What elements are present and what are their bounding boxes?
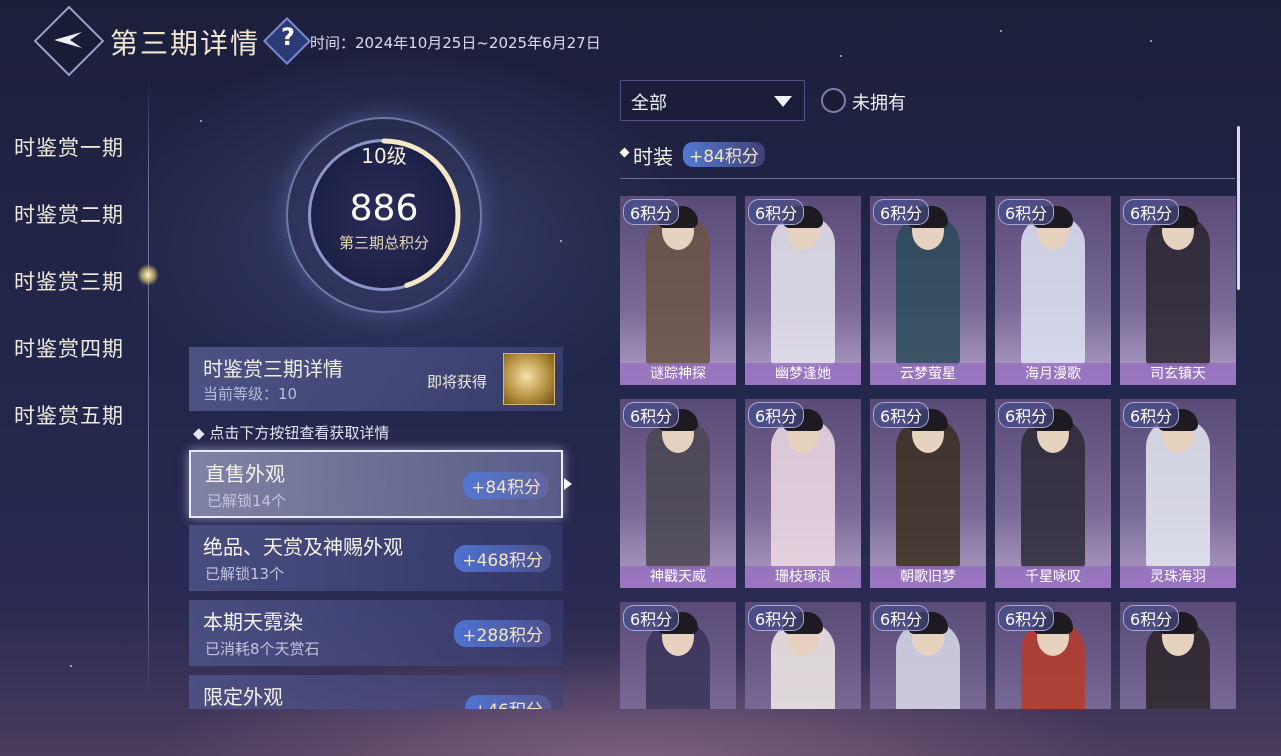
back-arrow-icon [54, 32, 82, 48]
total-score-label: 第三期总积分 [338, 234, 429, 252]
outfit-name: 珊枝琢浪 [745, 566, 861, 588]
unowned-label: 未拥有 [852, 93, 906, 114]
star-decoration [200, 120, 202, 122]
outfit-name: 千星咏叹 [995, 566, 1111, 588]
period-text: 时间：2024年10月25日~2025年6月27日 [310, 34, 601, 52]
outfit-card[interactable]: 6积分灵珠海羽 [1120, 399, 1236, 588]
outfit-name: 谜踪神探 [620, 363, 736, 385]
outfit-name: 云梦萤星 [870, 363, 986, 385]
nav-divider [148, 78, 149, 698]
dropdown-value: 全部 [631, 93, 667, 114]
outfit-card[interactable]: 6积分 [1120, 602, 1236, 709]
outfit-name: 司玄镇天 [1120, 363, 1236, 385]
level-label: 10级 [361, 144, 407, 168]
source-title: 本期天霓染 [203, 610, 303, 634]
period-detail-card: 时鉴赏三期详情 当前等级：10 即将获得 [189, 347, 563, 411]
outfit-card[interactable]: 6积分 [745, 602, 861, 709]
nav-item-period-5[interactable]: 时鉴赏五期 [14, 400, 124, 430]
outfit-card[interactable]: 6积分司玄镇天 [1120, 196, 1236, 385]
source-title: 直售外观 [205, 462, 285, 486]
section-diamond-icon [619, 147, 630, 158]
points-badge: 6积分 [623, 199, 680, 225]
nav-item-period-3[interactable]: 时鉴赏三期 [14, 266, 124, 296]
points-badge: 6积分 [748, 199, 805, 225]
scrollbar[interactable] [1237, 126, 1240, 290]
source-button-direct-sale[interactable]: 直售外观 已解锁14个 +84积分 [189, 450, 563, 518]
outfit-card[interactable]: 6积分 [870, 602, 986, 709]
outfit-name: 海月漫歌 [995, 363, 1111, 385]
category-dropdown[interactable]: 全部 [620, 80, 805, 121]
outfit-card[interactable]: 6积分海月漫歌 [995, 196, 1111, 385]
active-star-icon [137, 264, 159, 286]
outfit-card[interactable]: 6积分千星咏叹 [995, 399, 1111, 588]
outfit-card[interactable]: 6积分朝歌旧梦 [870, 399, 986, 588]
total-score: 886 [349, 188, 419, 229]
source-title: 限定外观 [203, 685, 283, 709]
outfit-name: 幽梦逢她 [745, 363, 861, 385]
star-decoration [1000, 30, 1002, 32]
source-sub: 已消耗8个天赏石 [205, 640, 320, 658]
star-decoration [1150, 40, 1152, 42]
nav-item-period-2[interactable]: 时鉴赏二期 [14, 199, 124, 229]
upcoming-reward-icon[interactable] [503, 353, 555, 405]
points-badge: 6积分 [1123, 605, 1180, 631]
hint-text: ◆ 点击下方按钮查看获取详情 [193, 424, 390, 442]
section-title: 时装 [633, 145, 673, 169]
hint-label: 点击下方按钮查看获取详情 [209, 424, 390, 442]
active-pointer-icon [564, 478, 572, 490]
points-badge: 6积分 [623, 402, 680, 428]
outfit-card[interactable]: 6积分珊枝琢浪 [745, 399, 861, 588]
current-level-text: 当前等级：10 [203, 385, 298, 403]
star-decoration [70, 665, 72, 667]
points-badge: 6积分 [873, 605, 930, 631]
outfit-name: 神戳天威 [620, 566, 736, 588]
points-badge: 6积分 [748, 605, 805, 631]
star-decoration [560, 240, 562, 242]
page-title: 第三期详情 [110, 27, 261, 60]
points-badge: 6积分 [623, 605, 680, 631]
soon-label: 即将获得 [427, 373, 488, 391]
points-badge: 6积分 [998, 199, 1055, 225]
detail-title: 时鉴赏三期详情 [203, 357, 343, 381]
points-badge: 6积分 [873, 402, 930, 428]
nav-item-period-1[interactable]: 时鉴赏一期 [14, 132, 124, 162]
points-badge: 6积分 [873, 199, 930, 225]
source-sub: 已解锁14个 [207, 492, 287, 510]
outfit-name: 灵珠海羽 [1120, 566, 1236, 588]
source-button-limited[interactable]: 限定外观 +46积分 [189, 675, 563, 709]
source-button-premium[interactable]: 绝品、天赏及神赐外观 已解锁13个 +468积分 [189, 525, 563, 591]
star-decoration [840, 55, 842, 57]
outfit-card[interactable]: 6积分云梦萤星 [870, 196, 986, 385]
question-mark-icon: ? [281, 23, 295, 51]
source-points-badge: +46积分 [465, 695, 551, 709]
source-points-badge: +468积分 [454, 545, 551, 572]
source-button-dye[interactable]: 本期天霓染 已消耗8个天赏石 +288积分 [189, 600, 563, 666]
section-points-badge: +84积分 [683, 142, 765, 167]
outfit-card[interactable]: 6积分 [620, 602, 736, 709]
source-title: 绝品、天赏及神赐外观 [203, 535, 403, 559]
source-points-badge: +84积分 [463, 472, 549, 499]
source-points-badge: +288积分 [454, 620, 551, 647]
points-badge: 6积分 [1123, 402, 1180, 428]
points-badge: 6积分 [998, 605, 1055, 631]
outfit-card[interactable]: 6积分神戳天威 [620, 399, 736, 588]
outfit-name: 朝歌旧梦 [870, 566, 986, 588]
points-badge: 6积分 [1123, 199, 1180, 225]
outfit-card[interactable]: 6积分谜踪神探 [620, 196, 736, 385]
points-badge: 6积分 [998, 402, 1055, 428]
section-divider [620, 178, 1235, 179]
chevron-down-icon [774, 96, 792, 107]
unowned-radio[interactable] [821, 88, 846, 113]
source-sub: 已解锁13个 [205, 565, 285, 583]
nav-item-period-4[interactable]: 时鉴赏四期 [14, 333, 124, 363]
points-badge: 6积分 [748, 402, 805, 428]
outfit-grid: 6积分 谜踪神探 6积分 幽梦逢她 6积分 云梦萤星 6积分 海月漫歌 6积分 司玄镇天 6积分 神戳… [620, 196, 1237, 709]
outfit-card[interactable]: 6积分 [995, 602, 1111, 709]
outfit-card[interactable]: 6积分幽梦逢她 [745, 196, 861, 385]
